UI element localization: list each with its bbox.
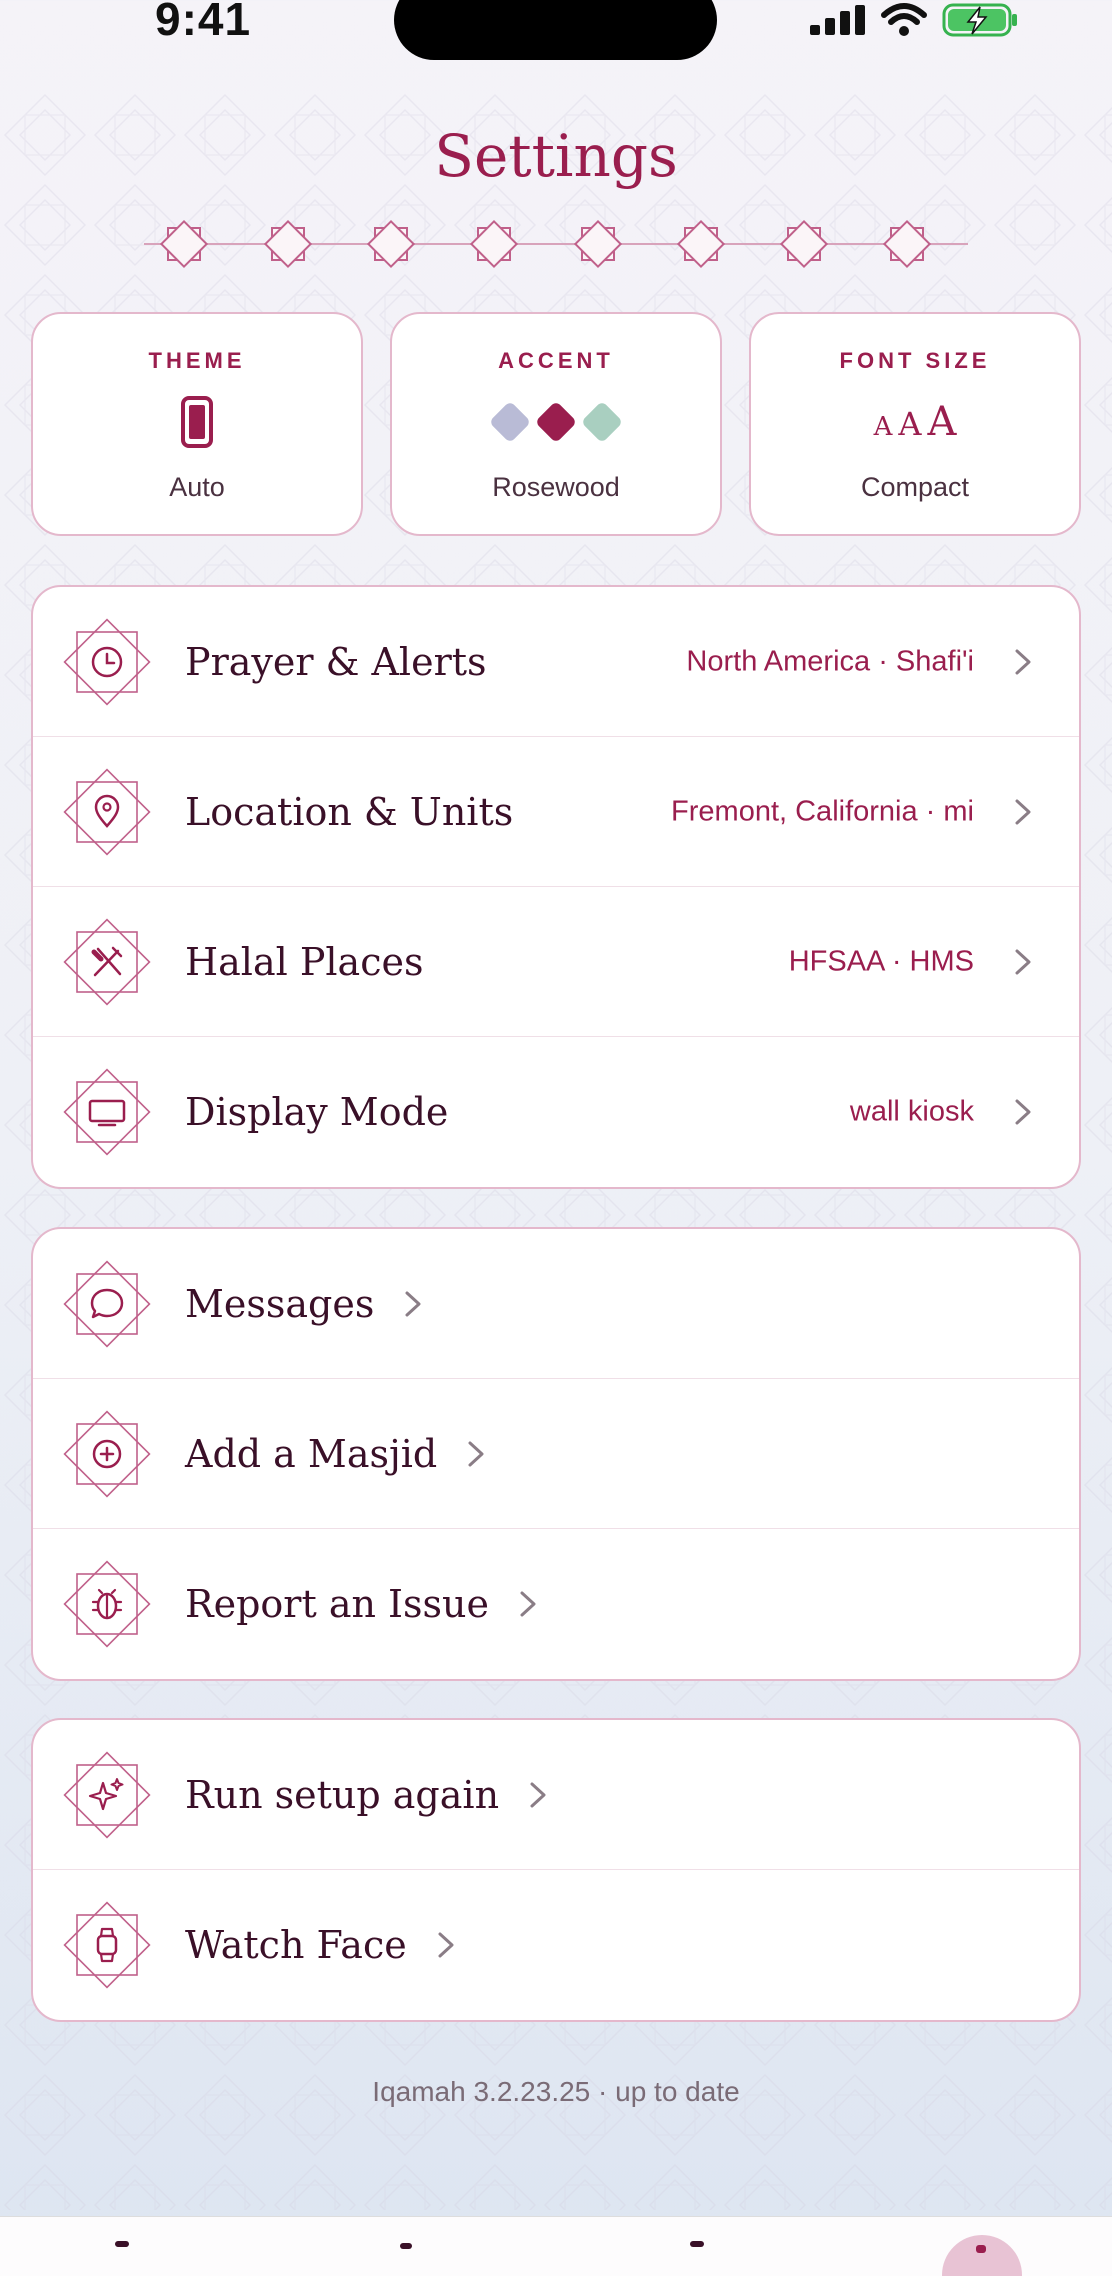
monitor-icon bbox=[63, 1068, 151, 1156]
font-size-label: FONT SIZE bbox=[839, 348, 991, 373]
row-value: North America · Shafi'i bbox=[686, 645, 974, 677]
row-label: Add a Masjid bbox=[185, 1431, 438, 1476]
accent-swatches bbox=[489, 401, 623, 443]
chevron-right-icon bbox=[520, 1591, 536, 1617]
app-version: Iqamah 3.2.23.25 · up to date bbox=[372, 2076, 740, 2107]
tab-active-indicator[interactable] bbox=[942, 2235, 1022, 2276]
chevron-right-icon bbox=[1015, 1099, 1031, 1125]
accent-label: ACCENT bbox=[498, 348, 614, 373]
dynamic-island bbox=[394, 0, 717, 60]
chevron-right-icon bbox=[1015, 949, 1031, 974]
row-location-units[interactable]: Location & Units Fremont, California · m… bbox=[33, 737, 1079, 887]
status-icons bbox=[810, 0, 1020, 40]
signal-icon bbox=[810, 5, 865, 35]
accent-value: Rosewood bbox=[492, 472, 620, 502]
chevron-right-icon bbox=[1015, 799, 1031, 824]
settings-group-main: Prayer & Alerts North America · Shafi'i … bbox=[31, 585, 1081, 1189]
row-halal-places[interactable]: Halal Places HFSAA · HMS bbox=[33, 887, 1079, 1037]
chevron-right-icon bbox=[405, 1291, 421, 1316]
settings-group-device: Run setup again Watch Face bbox=[31, 1718, 1081, 2022]
page-title: Settings bbox=[434, 122, 678, 190]
clock-icon bbox=[63, 618, 151, 706]
ornament-divider bbox=[144, 219, 968, 269]
font-size-icon: A A A bbox=[873, 399, 957, 445]
battery-charging-icon bbox=[942, 3, 1017, 37]
utensils-icon bbox=[63, 918, 151, 1006]
tab-icon-partial[interactable] bbox=[400, 2243, 412, 2249]
settings-group-community: Messages Add a Masjid Report an Issue bbox=[31, 1227, 1081, 1681]
chevron-right-icon bbox=[468, 1441, 484, 1466]
chat-bubble-icon bbox=[63, 1260, 151, 1348]
swatch-rosewood[interactable] bbox=[535, 401, 577, 443]
plus-circle-icon bbox=[63, 1410, 151, 1498]
row-display-mode[interactable]: Display Mode wall kiosk bbox=[33, 1037, 1079, 1187]
theme-card[interactable]: THEME Auto bbox=[31, 312, 363, 536]
chevron-right-icon bbox=[530, 1782, 546, 1807]
location-pin-icon bbox=[63, 768, 151, 856]
row-label: Watch Face bbox=[185, 1923, 407, 1967]
row-value: HFSAA · HMS bbox=[788, 945, 974, 977]
row-messages[interactable]: Messages bbox=[33, 1229, 1079, 1379]
phone-icon bbox=[181, 396, 213, 448]
row-watch-face[interactable]: Watch Face bbox=[33, 1870, 1079, 2020]
row-run-setup[interactable]: Run setup again bbox=[33, 1720, 1079, 1870]
tab-bar bbox=[0, 2216, 1112, 2276]
row-report-issue[interactable]: Report an Issue bbox=[33, 1529, 1079, 1679]
row-label: Run setup again bbox=[185, 1772, 500, 1817]
theme-value: Auto bbox=[169, 472, 225, 502]
row-add-masjid[interactable]: Add a Masjid bbox=[33, 1379, 1079, 1529]
row-label: Location & Units bbox=[185, 789, 514, 834]
bug-icon bbox=[63, 1560, 151, 1648]
swatch-sage[interactable] bbox=[581, 401, 623, 443]
row-value: wall kiosk bbox=[849, 1095, 974, 1128]
sparkles-icon bbox=[63, 1751, 151, 1839]
chevron-right-icon bbox=[438, 1932, 454, 1958]
swatch-lavender[interactable] bbox=[489, 401, 531, 443]
tab-bar-icons bbox=[115, 2235, 1022, 2276]
row-label: Halal Places bbox=[185, 939, 424, 984]
font-size-value: Compact bbox=[860, 472, 970, 502]
chevron-right-icon bbox=[1015, 649, 1031, 674]
row-label: Report an Issue bbox=[185, 1582, 489, 1626]
tab-icon-partial[interactable] bbox=[115, 2241, 129, 2247]
status-bar: 9:41 bbox=[0, 0, 1112, 90]
row-prayer-alerts[interactable]: Prayer & Alerts North America · Shafi'i bbox=[33, 587, 1079, 737]
font-size-card[interactable]: FONT SIZE A A A Compact bbox=[749, 312, 1081, 536]
tab-icon-partial[interactable] bbox=[690, 2241, 704, 2247]
wifi-icon bbox=[881, 3, 927, 36]
row-label: Display Mode bbox=[185, 1090, 449, 1134]
row-label: Messages bbox=[185, 1281, 375, 1326]
row-label: Prayer & Alerts bbox=[185, 639, 487, 684]
watch-icon bbox=[63, 1901, 151, 1989]
row-value: Fremont, California · mi bbox=[671, 795, 974, 827]
status-time: 9:41 bbox=[155, 0, 252, 45]
accent-card[interactable]: ACCENT Rosewood bbox=[390, 312, 722, 536]
theme-label: THEME bbox=[148, 348, 246, 373]
